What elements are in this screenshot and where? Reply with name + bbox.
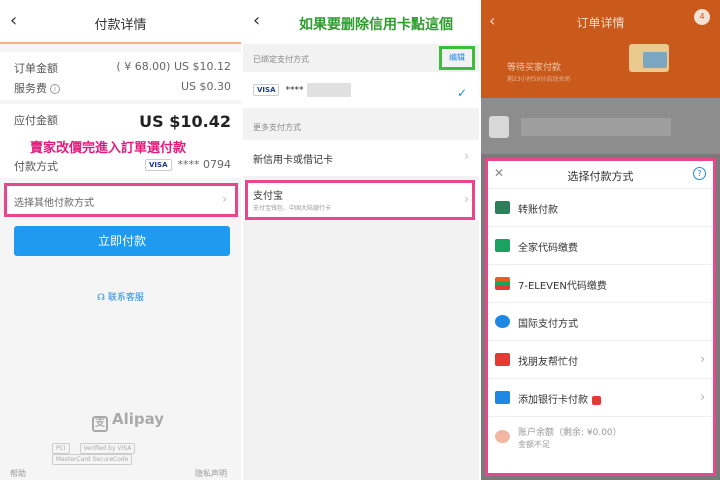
add-bank-card-label: 添加银行卡付款 [518, 395, 588, 406]
product-thumbnail [489, 116, 509, 138]
card-illustration-icon [643, 52, 667, 68]
bound-card-item[interactable]: VISA **** ✓ [243, 72, 479, 108]
service-fee-row: 服务费 i US $0.30 [14, 80, 231, 96]
service-fee-value: US $0.30 [180, 80, 231, 93]
balance-icon [495, 430, 510, 443]
alipay-mark-icon: 支 [92, 416, 108, 432]
friend-pay-icon [495, 353, 510, 366]
payment-method-label: 付款方式 [14, 160, 58, 173]
highlight-box [245, 180, 475, 220]
contact-label: 联系客服 [107, 293, 144, 303]
payment-method-sheet: ✕ 选择付款方式 ? 转账付款 全家代码缴费 7-ELEVEN代码缴费 国际支付… [485, 158, 716, 476]
method-label: 添加银行卡付款 [518, 391, 601, 406]
chevron-right-icon: › [700, 352, 705, 366]
check-icon: ✓ [456, 86, 467, 100]
back-icon[interactable]: ‹ [253, 10, 260, 32]
method-add-bank-card[interactable]: 添加银行卡付款 › [488, 379, 713, 417]
footer-help-link[interactable]: 帮助 [10, 468, 26, 479]
visa-icon: VISA [253, 84, 280, 96]
method-familymart[interactable]: 全家代码缴费 [488, 227, 713, 265]
more-methods-label: 更多支付方式 [253, 123, 301, 132]
certification-badges: PCI Verified by VISA MasterCard SecureCo… [52, 443, 212, 465]
method-seven-eleven[interactable]: 7-ELEVEN代码缴费 [488, 265, 713, 303]
familymart-icon [495, 239, 510, 252]
sheet-title: 选择付款方式 [567, 170, 634, 183]
help-icon[interactable]: ? [693, 167, 706, 180]
highlight-box [439, 46, 475, 70]
message-badge[interactable]: 4 [694, 9, 710, 25]
card-number: **** 0794 [177, 158, 232, 171]
order-status-banner: ‹ 订单详情 4 等待买家付款 剩23小时59分自动关闭 [481, 0, 720, 98]
method-label: 全家代码缴费 [518, 243, 578, 254]
pci-badge: PCI [52, 443, 70, 454]
chevron-right-icon: › [464, 149, 469, 163]
seven-eleven-icon [495, 277, 510, 290]
blurred-number [307, 83, 352, 97]
fee-card: 订单金额 ( ¥ 68.00) US $10.12 服务费 i US $0.30 [0, 52, 241, 100]
sheet-header: ✕ 选择付款方式 ? [488, 161, 713, 189]
header-bar: ‹ 付款详情 [0, 0, 241, 44]
bound-card-row: VISA **** [253, 83, 352, 97]
mastercard-securecode-badge: MasterCard SecureCode [52, 454, 133, 465]
page-title: 付款详情 [94, 18, 147, 33]
blurred-order-info [481, 98, 720, 154]
balance-insufficient: 金额不足 [518, 440, 550, 449]
order-amount-label: 订单金额 [14, 62, 58, 75]
selected-card[interactable]: VISA **** 0794 [145, 158, 231, 171]
new-badge-icon [592, 395, 601, 405]
alipay-logo: 支 Alipay [92, 410, 164, 432]
globe-icon [495, 315, 510, 328]
waiting-countdown: 剩23小时59分自动关闭 [507, 76, 571, 83]
waiting-status: 等待买家付款 [507, 63, 562, 73]
highlight-box [4, 183, 238, 217]
footer-privacy-link[interactable]: 隐私声明 [195, 468, 227, 479]
new-card-label: 新信用卡或借记卡 [253, 155, 333, 166]
verified-by-visa-badge: Verified by VISA [79, 443, 136, 454]
order-amount-value: ( ¥ 68.00) US $10.12 [116, 60, 231, 73]
annotation-text: 賣家改價完進入訂單選付款 [30, 141, 187, 156]
alipay-logo-text: Alipay [112, 410, 165, 428]
new-card-item[interactable]: 新信用卡或借记卡 › [243, 140, 479, 176]
method-account-balance: 账户余额（剩余: ¥0.00） 金额不足 [488, 417, 713, 457]
method-label: 转账付款 [518, 205, 558, 216]
order-amount-row: 订单金额 ( ¥ 68.00) US $10.12 [14, 60, 231, 76]
bank-card-icon [495, 391, 510, 404]
order-detail-screen: ‹ 订单详情 4 等待买家付款 剩23小时59分自动关闭 ✕ 选择付款方式 ? … [481, 0, 720, 480]
bound-methods-label: 已绑定支付方式 [253, 55, 309, 64]
headset-icon: ☊ [97, 293, 106, 303]
blurred-text [521, 118, 671, 136]
chevron-right-icon: › [700, 390, 705, 404]
method-label: 7-ELEVEN代码缴费 [518, 281, 607, 292]
visa-icon: VISA [145, 159, 172, 171]
page-title: 订单详情 [576, 16, 625, 30]
card-masked: **** [285, 85, 304, 96]
method-friend-pay[interactable]: 找朋友帮忙付 › [488, 341, 713, 379]
payment-method-select-screen: ‹ 如果要删除信用卡點這個 已绑定支付方式 编辑 VISA **** ✓ 更多支付… [243, 0, 479, 480]
service-fee-label: 服务费 [14, 82, 47, 95]
pay-now-button[interactable]: 立即付款 [14, 226, 230, 256]
payment-details-screen: ‹ 付款详情 订单金额 ( ¥ 68.00) US $10.12 服务费 i US… [0, 0, 241, 480]
balance-label: 账户余额（剩余: ¥0.00） [518, 428, 622, 438]
method-international[interactable]: 国际支付方式 [488, 303, 713, 341]
method-transfer[interactable]: 转账付款 [488, 189, 713, 227]
method-label: 国际支付方式 [518, 319, 578, 330]
contact-support-link[interactable]: ☊ 联系客服 [0, 290, 241, 303]
annotation-text: 如果要删除信用卡點這個 [299, 17, 453, 33]
transfer-icon [495, 201, 510, 214]
payment-method-row: 付款方式 VISA **** 0794 [14, 158, 231, 174]
method-label: 找朋友帮忙付 [518, 357, 578, 368]
payable-amount: US $10.42 [139, 112, 231, 131]
info-icon[interactable]: i [50, 84, 60, 94]
